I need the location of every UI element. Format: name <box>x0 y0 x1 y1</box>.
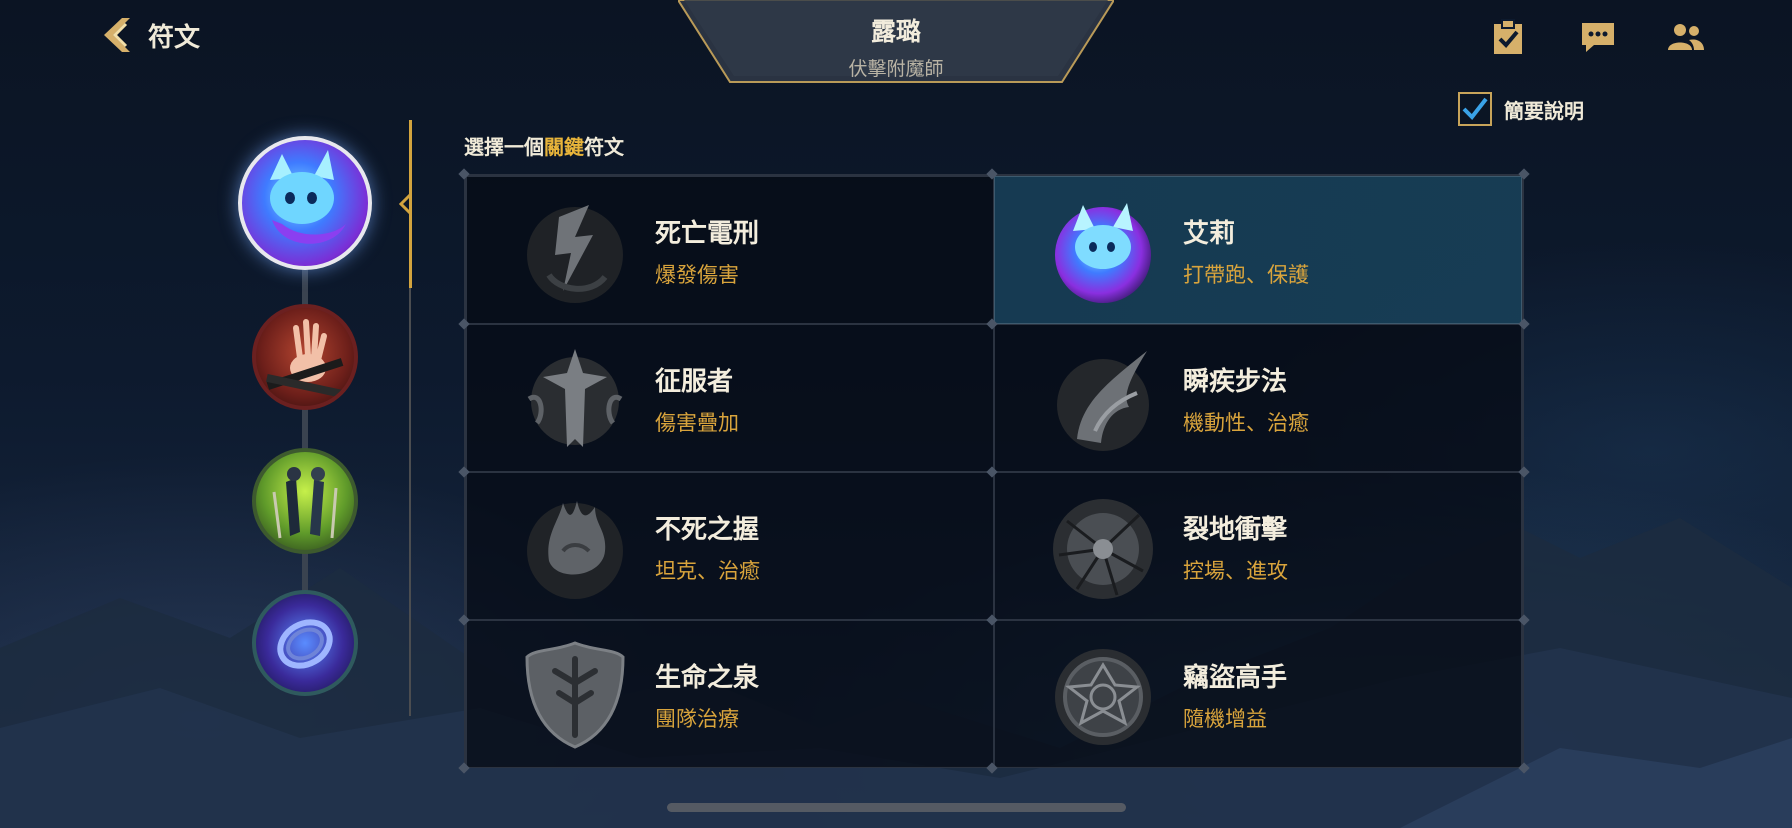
kleptomancy-icon <box>1055 649 1151 745</box>
checkmark-icon <box>1462 97 1488 121</box>
font-of-life-icon <box>525 641 625 749</box>
rune-option-fleet-footwork[interactable]: 瞬疾步法 機動性、治癒 <box>994 324 1522 472</box>
aftershock-icon <box>1053 499 1153 599</box>
rune-desc: 控場、進攻 <box>1183 559 1288 583</box>
fleet-footwork-icon <box>1057 351 1149 451</box>
keystone-prompt: 選擇一個關鍵符文 <box>464 131 624 160</box>
back-button[interactable]: 符文 <box>96 14 200 56</box>
rune-option-aftershock[interactable]: 裂地衝擊 控場、進攻 <box>994 472 1522 620</box>
conqueror-icon <box>527 349 623 447</box>
rune-desc: 隨機增益 <box>1183 707 1267 731</box>
path-node-domination[interactable] <box>252 304 358 410</box>
champion-role: 伏擊附魔師 <box>848 58 944 80</box>
inspiration-icon <box>277 619 333 669</box>
prompt-post: 符文 <box>584 135 624 159</box>
prompt-pre: 選擇一個 <box>464 135 544 159</box>
chevron-left-small-icon <box>398 193 412 215</box>
rune-name: 裂地衝擊 <box>1183 515 1288 545</box>
rune-option-electrocute[interactable]: 死亡電刑 爆發傷害 <box>466 176 994 324</box>
domination-icon <box>266 319 344 399</box>
rune-option-aery[interactable]: 艾莉 打帶跑、保護 <box>994 176 1522 324</box>
rune-option-grasp[interactable]: 不死之握 坦克、治癒 <box>466 472 994 620</box>
champion-name: 露璐 <box>870 17 921 46</box>
rune-name: 征服者 <box>655 367 734 397</box>
chevron-left-icon <box>96 14 138 56</box>
rune-option-conqueror[interactable]: 征服者 傷害疊加 <box>466 324 994 472</box>
page-title: 符文 <box>148 22 201 53</box>
rune-option-kleptomancy[interactable]: 竊盜高手 隨機增益 <box>994 620 1522 768</box>
friends-icon[interactable] <box>1664 16 1708 58</box>
rune-desc: 坦克、治癒 <box>655 559 760 583</box>
summary-label: 簡要說明 <box>1504 98 1584 123</box>
electrocute-icon <box>527 205 623 303</box>
rune-desc: 團隊治療 <box>655 707 739 731</box>
rune-name: 竊盜高手 <box>1183 663 1288 693</box>
rune-desc: 爆發傷害 <box>655 263 739 287</box>
summary-toggle[interactable]: 簡要說明 <box>1458 92 1584 126</box>
path-node-inspiration[interactable] <box>252 590 358 696</box>
path-node-precision[interactable] <box>252 448 358 554</box>
home-indicator[interactable] <box>667 803 1126 812</box>
prompt-highlight: 關鍵 <box>544 135 584 159</box>
rune-name: 不死之握 <box>655 515 760 545</box>
chat-icon[interactable] <box>1576 16 1620 58</box>
rune-name: 死亡電刑 <box>655 219 760 249</box>
quest-clipboard-icon[interactable] <box>1486 16 1530 58</box>
summary-checkbox[interactable] <box>1458 92 1492 126</box>
rune-option-font-of-life[interactable]: 生命之泉 團隊治療 <box>466 620 994 768</box>
aery-icon <box>1055 203 1151 303</box>
rune-name: 艾莉 <box>1183 219 1236 249</box>
champion-title-plate: 露璐 伏擊附魔師 <box>678 0 1114 84</box>
rune-desc: 傷害疊加 <box>655 411 739 435</box>
aery-icon <box>270 150 346 244</box>
grasp-icon <box>527 501 623 599</box>
rune-desc: 打帶跑、保護 <box>1183 263 1309 287</box>
precision-icon <box>272 467 338 539</box>
rune-desc: 機動性、治癒 <box>1183 411 1309 435</box>
rune-name: 瞬疾步法 <box>1183 367 1288 397</box>
rune-name: 生命之泉 <box>655 663 760 693</box>
path-node-keystone[interactable] <box>238 136 372 270</box>
